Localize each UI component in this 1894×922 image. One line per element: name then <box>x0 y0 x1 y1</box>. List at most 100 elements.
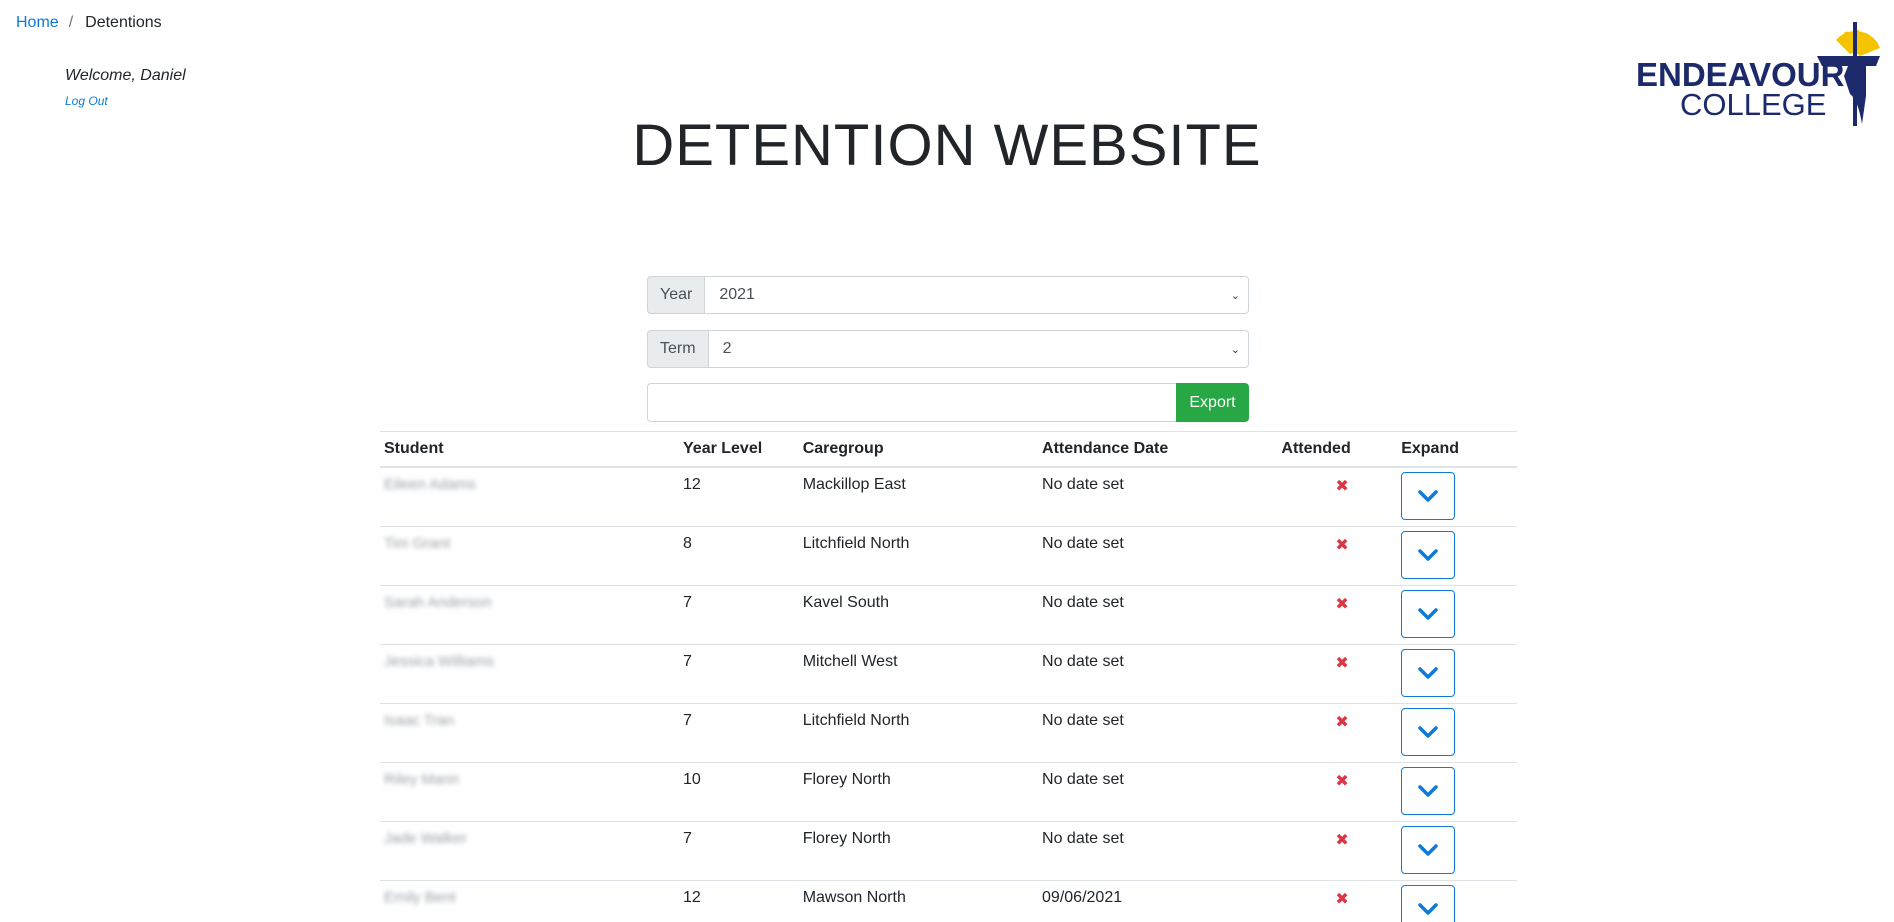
attendance-date-cell: No date set <box>1038 467 1278 527</box>
year-level-cell: 10 <box>679 762 799 822</box>
caregroup-cell: Mitchell West <box>798 644 1039 704</box>
student-name: Sarah Anderson <box>384 594 492 611</box>
header-attended: Attended <box>1277 431 1398 468</box>
attended-cell: ✖ <box>1277 880 1398 922</box>
year-select[interactable]: 2021 ⌄ <box>704 276 1249 314</box>
breadcrumb: Home / Detentions <box>16 14 162 32</box>
caregroup-cell: Kavel South <box>798 585 1039 645</box>
cross-icon: ✖ <box>1335 478 1349 495</box>
attended-cell: ✖ <box>1277 762 1398 822</box>
expand-button[interactable] <box>1401 885 1456 922</box>
student-name: Eileen Adams <box>384 476 476 493</box>
export-group: Export <box>647 383 1249 422</box>
year-level-cell: 8 <box>679 526 799 586</box>
attendance-date-cell: No date set <box>1038 703 1278 763</box>
term-select[interactable]: 2 ⌄ <box>707 330 1249 368</box>
expand-button[interactable] <box>1401 472 1456 520</box>
breadcrumb-separator: / <box>68 14 74 31</box>
chevron-down-icon: ⌄ <box>1230 343 1240 356</box>
table-row: Jade Walker 7 Florey North No date set ✖ <box>380 821 1517 881</box>
term-select-value: 2 <box>722 340 732 357</box>
attended-cell: ✖ <box>1277 585 1398 645</box>
expand-cell <box>1397 821 1517 881</box>
attended-cell: ✖ <box>1277 703 1398 763</box>
year-level-cell: 7 <box>679 585 799 645</box>
welcome-text: Welcome, Daniel <box>65 67 186 84</box>
breadcrumb-home-link[interactable]: Home <box>16 14 59 32</box>
breadcrumb-current: Detentions <box>85 14 162 31</box>
student-name: Emily Bent <box>384 889 456 906</box>
attendance-date-cell: No date set <box>1038 526 1278 586</box>
year-level-cell: 7 <box>679 821 799 881</box>
attendance-date-cell: No date set <box>1038 585 1278 645</box>
caregroup-cell: Mawson North <box>798 880 1039 922</box>
expand-button[interactable] <box>1401 590 1456 638</box>
export-button[interactable]: Export <box>1176 383 1249 422</box>
student-cell: Eileen Adams <box>380 467 679 527</box>
year-level-cell: 12 <box>679 880 799 922</box>
expand-button[interactable] <box>1401 531 1456 579</box>
header-student: Student <box>380 431 679 468</box>
student-name: Isaac Tran <box>384 712 455 729</box>
caregroup-cell: Litchfield North <box>798 703 1039 763</box>
caregroup-cell: Litchfield North <box>798 526 1039 586</box>
year-level-cell: 12 <box>679 467 799 527</box>
expand-cell <box>1397 880 1517 922</box>
chevron-down-icon <box>1418 549 1438 561</box>
cross-icon: ✖ <box>1335 891 1349 908</box>
attended-cell: ✖ <box>1277 821 1398 881</box>
student-cell: Jessica Williams <box>380 644 679 704</box>
chevron-down-icon <box>1418 726 1438 738</box>
student-name: Riley Mann <box>384 771 460 788</box>
year-filter-label: Year <box>647 276 705 314</box>
table-row: Riley Mann 10 Florey North No date set ✖ <box>380 762 1517 822</box>
student-name: Jade Walker <box>384 830 467 847</box>
page: Home / Detentions Welcome, Daniel Log Ou… <box>0 0 1894 922</box>
detentions-table: Student Year Level Caregroup Attendance … <box>380 431 1517 922</box>
chevron-down-icon <box>1418 667 1438 679</box>
table-row: Isaac Tran 7 Litchfield North No date set ✖ <box>380 703 1517 763</box>
table-row: Emily Bent 12 Mawson North 09/06/2021 ✖ <box>380 880 1517 922</box>
cross-icon: ✖ <box>1335 537 1349 554</box>
term-filter: Term 2 ⌄ <box>647 330 1249 368</box>
expand-cell <box>1397 644 1517 704</box>
student-cell: Sarah Anderson <box>380 585 679 645</box>
student-cell: Tim Grant <box>380 526 679 586</box>
student-cell: Emily Bent <box>380 880 679 922</box>
table-row: Jessica Williams 7 Mitchell West No date se… <box>380 644 1517 704</box>
student-cell: Jade Walker <box>380 821 679 881</box>
header-attendance-date: Attendance Date <box>1038 431 1278 468</box>
year-select-value: 2021 <box>719 286 755 303</box>
table-row: Sarah Anderson 7 Kavel South No date set ✖ <box>380 585 1517 645</box>
year-level-cell: 7 <box>679 644 799 704</box>
chevron-down-icon <box>1418 844 1438 856</box>
logout-link[interactable]: Log Out <box>65 94 108 108</box>
cross-icon: ✖ <box>1335 773 1349 790</box>
expand-button[interactable] <box>1401 708 1456 756</box>
cross-icon: ✖ <box>1335 596 1349 613</box>
expand-cell <box>1397 762 1517 822</box>
page-title: DETENTION WEBSITE <box>632 113 1262 178</box>
export-input[interactable] <box>647 383 1176 422</box>
attended-cell: ✖ <box>1277 526 1398 586</box>
expand-cell <box>1397 585 1517 645</box>
student-name: Jessica Williams <box>384 653 495 670</box>
header-caregroup: Caregroup <box>798 431 1039 468</box>
term-filter-label: Term <box>647 330 708 368</box>
chevron-down-icon <box>1418 608 1438 620</box>
student-name: Tim Grant <box>384 535 451 552</box>
table-row: Tim Grant 8 Litchfield North No date set ✖ <box>380 526 1517 586</box>
header-expand: Expand <box>1397 431 1517 468</box>
expand-cell <box>1397 467 1517 527</box>
cross-icon: ✖ <box>1335 655 1349 672</box>
attendance-date-cell: No date set <box>1038 762 1278 822</box>
expand-button[interactable] <box>1401 649 1456 697</box>
student-cell: Riley Mann <box>380 762 679 822</box>
expand-button[interactable] <box>1401 826 1456 874</box>
caregroup-cell: Florey North <box>798 762 1039 822</box>
chevron-down-icon <box>1418 490 1438 502</box>
cross-icon: ✖ <box>1335 714 1349 731</box>
expand-button[interactable] <box>1401 767 1456 815</box>
chevron-down-icon: ⌄ <box>1230 289 1240 302</box>
cross-icon: ✖ <box>1335 832 1349 849</box>
